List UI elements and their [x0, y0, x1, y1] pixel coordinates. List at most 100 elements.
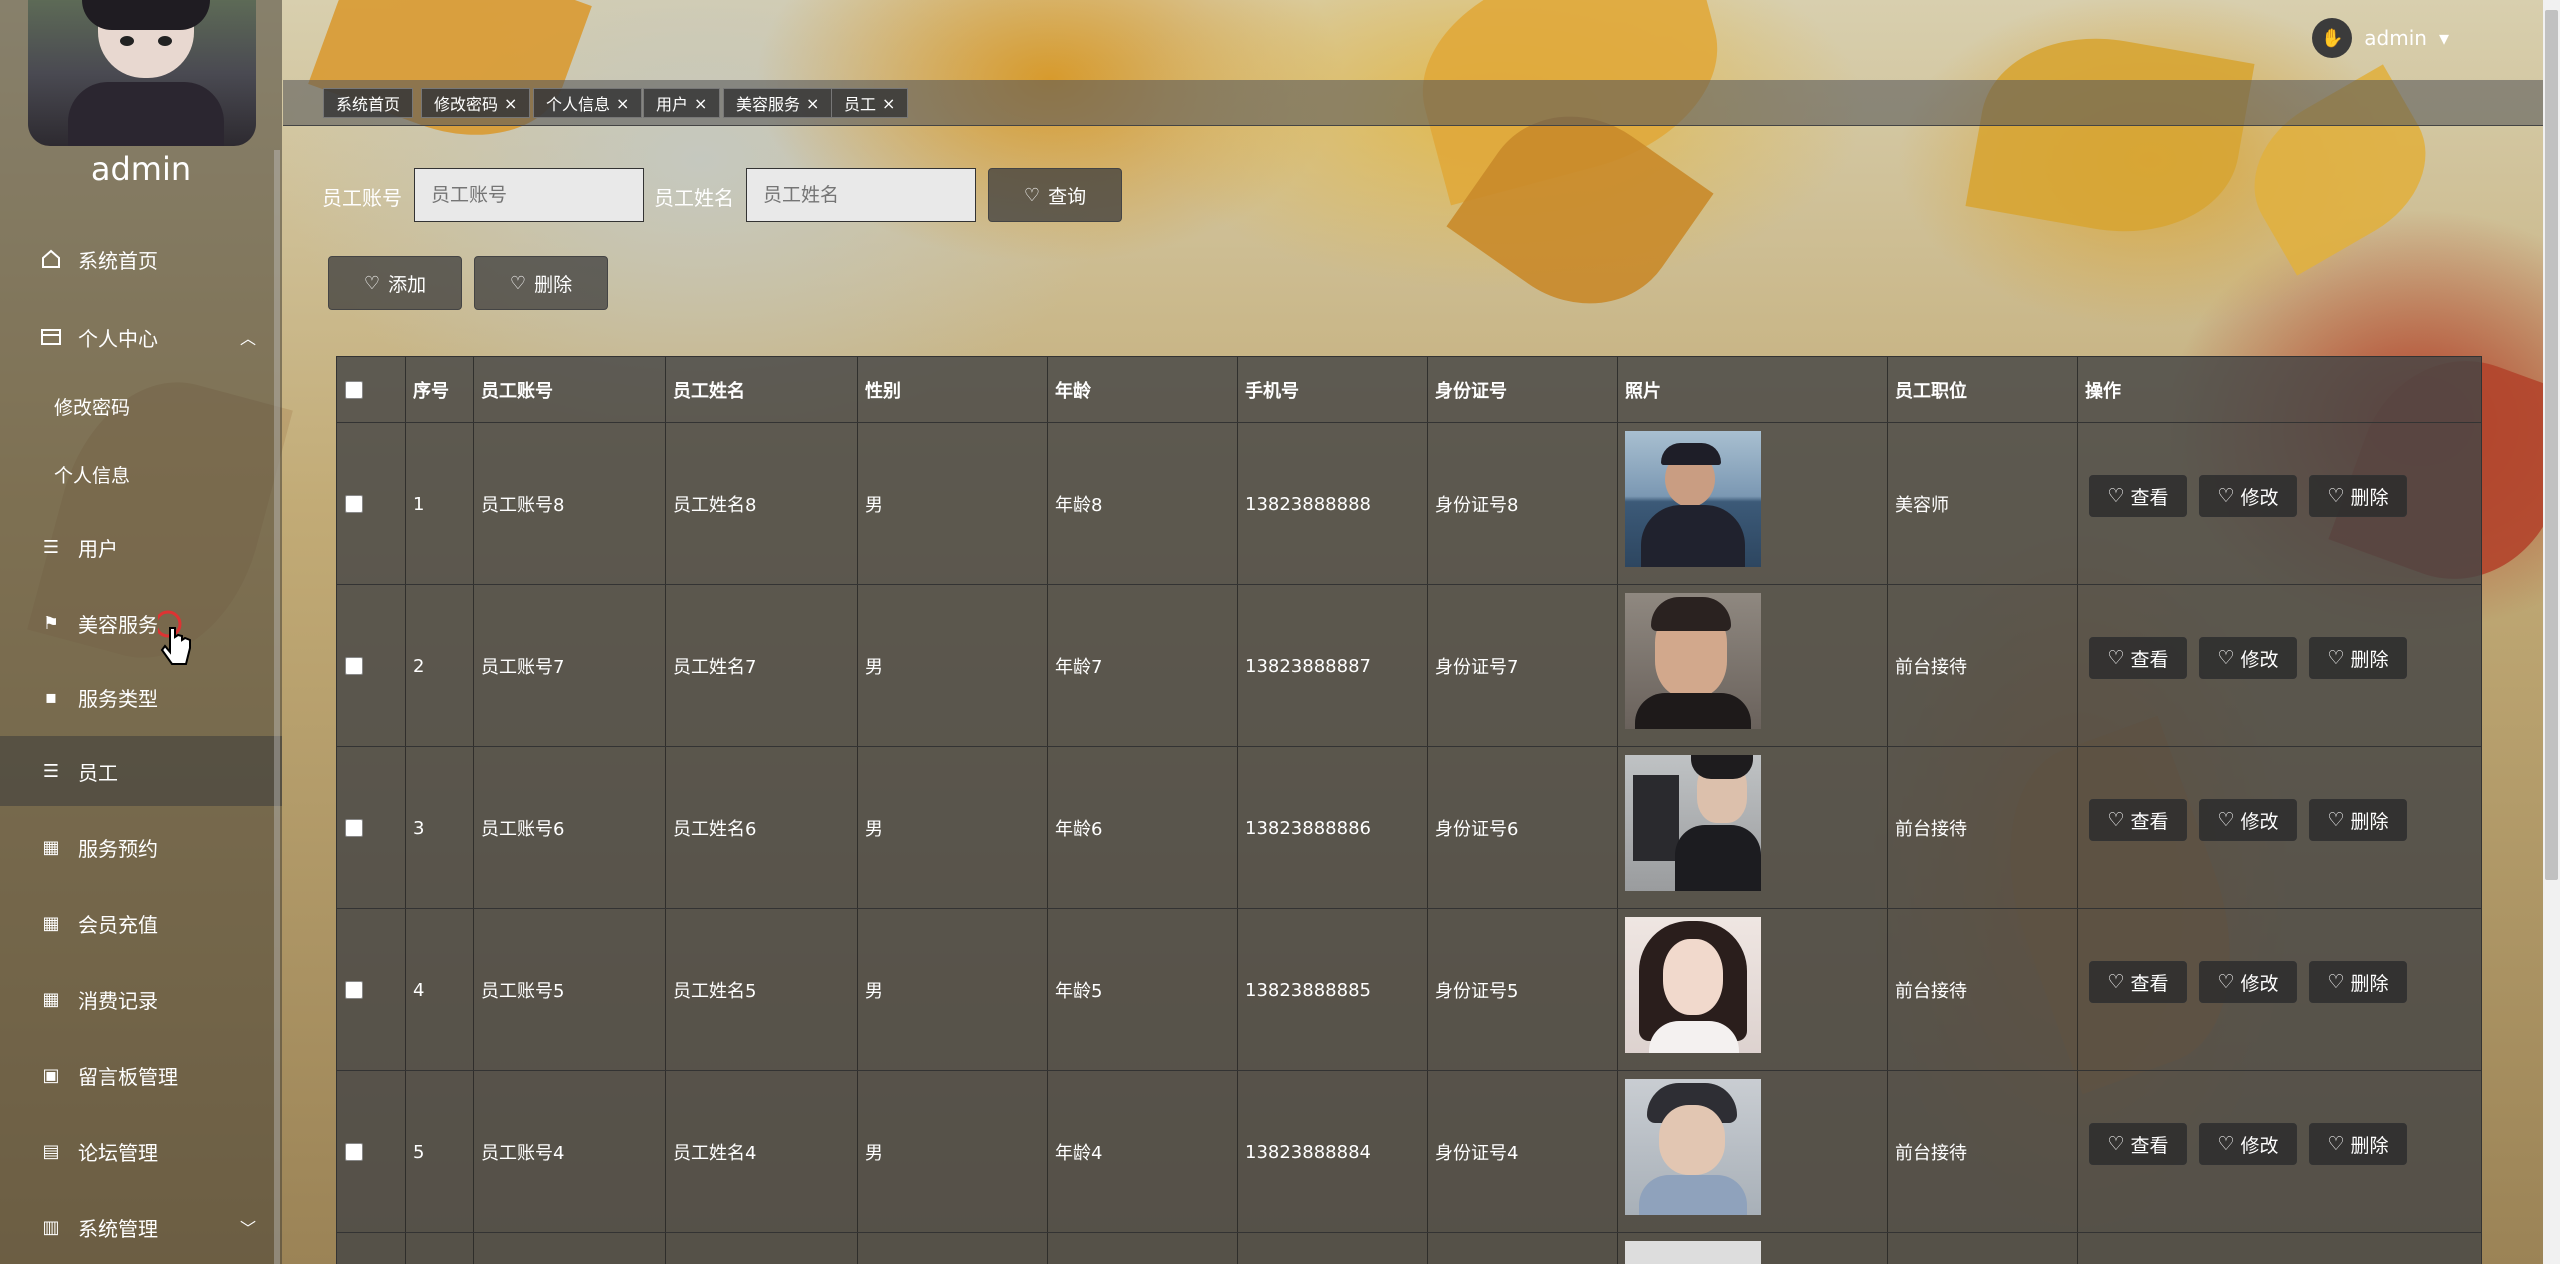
- sidebar-item-forum[interactable]: ▤ 论坛管理: [0, 1116, 282, 1186]
- sidebar-item-service-type[interactable]: ▪ 服务类型: [0, 662, 282, 732]
- employee-name-input[interactable]: [746, 168, 976, 222]
- close-icon[interactable]: ×: [694, 94, 707, 113]
- page-scrollbar-thumb[interactable]: [2545, 10, 2558, 880]
- query-button-label: 查询: [1048, 185, 1087, 208]
- column-header[interactable]: 年龄: [1047, 357, 1237, 423]
- employee-photo[interactable]: [1625, 917, 1761, 1053]
- close-icon[interactable]: ×: [806, 94, 819, 113]
- view-button[interactable]: ♡ 查看: [2089, 475, 2187, 517]
- row-delete-button[interactable]: ♡ 删除: [2309, 637, 2407, 679]
- employee-photo[interactable]: [1625, 1079, 1761, 1215]
- tag-beauty-service[interactable]: 美容服务 ×: [723, 88, 833, 118]
- view-button[interactable]: ♡ 查看: [2089, 799, 2187, 841]
- sidebar-item-employees[interactable]: ☰ 员工: [0, 736, 282, 806]
- list-icon: ☰: [42, 536, 60, 558]
- view-button[interactable]: ♡ 查看: [2089, 1123, 2187, 1165]
- column-header[interactable]: 序号: [405, 357, 473, 423]
- cell-gender: 男: [865, 819, 883, 840]
- tag-label: 个人信息: [546, 95, 611, 114]
- clipboard-icon: ▥: [42, 1216, 60, 1238]
- close-icon[interactable]: ×: [504, 94, 517, 113]
- column-header[interactable]: 性别: [857, 357, 1047, 423]
- heart-icon: ♡: [363, 272, 381, 294]
- view-button[interactable]: ♡ 查看: [2089, 961, 2187, 1003]
- column-header[interactable]: 手机号: [1237, 357, 1427, 423]
- employee-photo[interactable]: [1625, 1241, 1761, 1264]
- tag-personal-info[interactable]: 个人信息 ×: [533, 88, 643, 118]
- edit-button[interactable]: ♡ 修改: [2199, 475, 2297, 517]
- sidebar-item-label: 留言板管理: [78, 1064, 178, 1089]
- delete-button-label: 删除: [534, 273, 573, 296]
- edit-button[interactable]: ♡ 修改: [2199, 637, 2297, 679]
- user-menu[interactable]: ✋ admin ▾: [2312, 18, 2449, 58]
- tag-label: 用户: [656, 95, 689, 114]
- avatar[interactable]: [28, 0, 256, 146]
- tag-employees[interactable]: 员工 ×: [831, 88, 909, 118]
- tag-home[interactable]: 系统首页: [323, 88, 414, 118]
- edit-button[interactable]: ♡ 修改: [2199, 961, 2297, 1003]
- column-header[interactable]: 员工账号: [473, 357, 665, 423]
- column-header[interactable]: 身份证号: [1427, 357, 1617, 423]
- edit-button-label: 修改: [2240, 648, 2279, 671]
- row-checkbox[interactable]: [345, 1143, 363, 1161]
- select-all-checkbox[interactable]: [345, 381, 363, 399]
- employee-photo[interactable]: [1625, 593, 1761, 729]
- employee-account-input[interactable]: [414, 168, 644, 222]
- delete-button[interactable]: ♡ 删除: [474, 256, 608, 310]
- page-scrollbar[interactable]: [2543, 0, 2560, 1264]
- grid-icon: ▦: [42, 836, 60, 858]
- row-delete-button[interactable]: ♡ 删除: [2309, 475, 2407, 517]
- sidebar-item-beauty-service[interactable]: ⚑ 美容服务: [0, 588, 282, 658]
- heart-icon: ♡: [2217, 971, 2235, 993]
- sidebar-item-message-board[interactable]: ▣ 留言板管理: [0, 1040, 282, 1110]
- employee-name-label: 员工姓名: [654, 186, 734, 210]
- row-checkbox-cell: [337, 1071, 405, 1233]
- sidebar-item-system-management[interactable]: ▥ 系统管理 ﹀: [0, 1192, 282, 1262]
- employee-photo[interactable]: [1625, 755, 1761, 891]
- column-header[interactable]: 员工职位: [1887, 357, 2077, 423]
- sidebar-item-personal-center[interactable]: 个人中心 ︿: [0, 302, 282, 372]
- query-button[interactable]: ♡ 查询: [988, 168, 1122, 222]
- cell-gender: 男: [865, 657, 883, 678]
- heart-icon: ♡: [2107, 485, 2125, 507]
- row-checkbox[interactable]: [345, 819, 363, 837]
- sidebar-item-label: 会员充值: [78, 912, 158, 937]
- sidebar-scrollbar[interactable]: [274, 150, 280, 1264]
- sidebar-item-service-booking[interactable]: ▦ 服务预约: [0, 812, 282, 882]
- cell-account: 员工账号4: [481, 1143, 565, 1164]
- tag-change-password[interactable]: 修改密码 ×: [421, 88, 531, 118]
- view-button-label: 查看: [2130, 648, 2169, 671]
- sidebar-item-consumption-records[interactable]: ▦ 消费记录: [0, 964, 282, 1034]
- employee-photo[interactable]: [1625, 431, 1761, 567]
- cell-name: 员工姓名7: [673, 657, 757, 678]
- heart-icon: ♡: [2107, 1133, 2125, 1155]
- column-header[interactable]: 员工姓名: [665, 357, 857, 423]
- cell-idcard: 身份证号4: [1435, 1143, 1519, 1164]
- close-icon[interactable]: ×: [882, 94, 895, 113]
- view-button[interactable]: ♡ 查看: [2089, 637, 2187, 679]
- row-checkbox[interactable]: [345, 657, 363, 675]
- sidebar-item-users[interactable]: ☰ 用户: [0, 512, 282, 582]
- row-delete-button-label: 删除: [2350, 810, 2389, 833]
- row-delete-button[interactable]: ♡ 删除: [2309, 961, 2407, 1003]
- cell-position: 前台接待: [1895, 1143, 1967, 1164]
- cell-gender: 男: [865, 981, 883, 1002]
- sidebar-item-member-recharge[interactable]: ▦ 会员充值: [0, 888, 282, 958]
- table-row: [337, 1233, 2481, 1264]
- column-header[interactable]: 照片: [1617, 357, 1887, 423]
- edit-button[interactable]: ♡ 修改: [2199, 1123, 2297, 1165]
- row-delete-button[interactable]: ♡ 删除: [2309, 799, 2407, 841]
- close-icon[interactable]: ×: [616, 94, 629, 113]
- row-checkbox[interactable]: [345, 981, 363, 999]
- row-checkbox[interactable]: [345, 495, 363, 513]
- flag-icon: ⚑: [42, 612, 60, 634]
- row-delete-button[interactable]: ♡ 删除: [2309, 1123, 2407, 1165]
- edit-button[interactable]: ♡ 修改: [2199, 799, 2297, 841]
- cell-idcard: 身份证号8: [1435, 495, 1519, 516]
- cell-age: 年龄7: [1055, 657, 1103, 678]
- sidebar-subitem-change-password[interactable]: 修改密码: [0, 376, 282, 436]
- add-button[interactable]: ♡ 添加: [328, 256, 462, 310]
- tag-users[interactable]: 用户 ×: [643, 88, 721, 118]
- sidebar-item-home[interactable]: 系统首页: [0, 224, 282, 294]
- sidebar-subitem-personal-info[interactable]: 个人信息: [0, 444, 282, 504]
